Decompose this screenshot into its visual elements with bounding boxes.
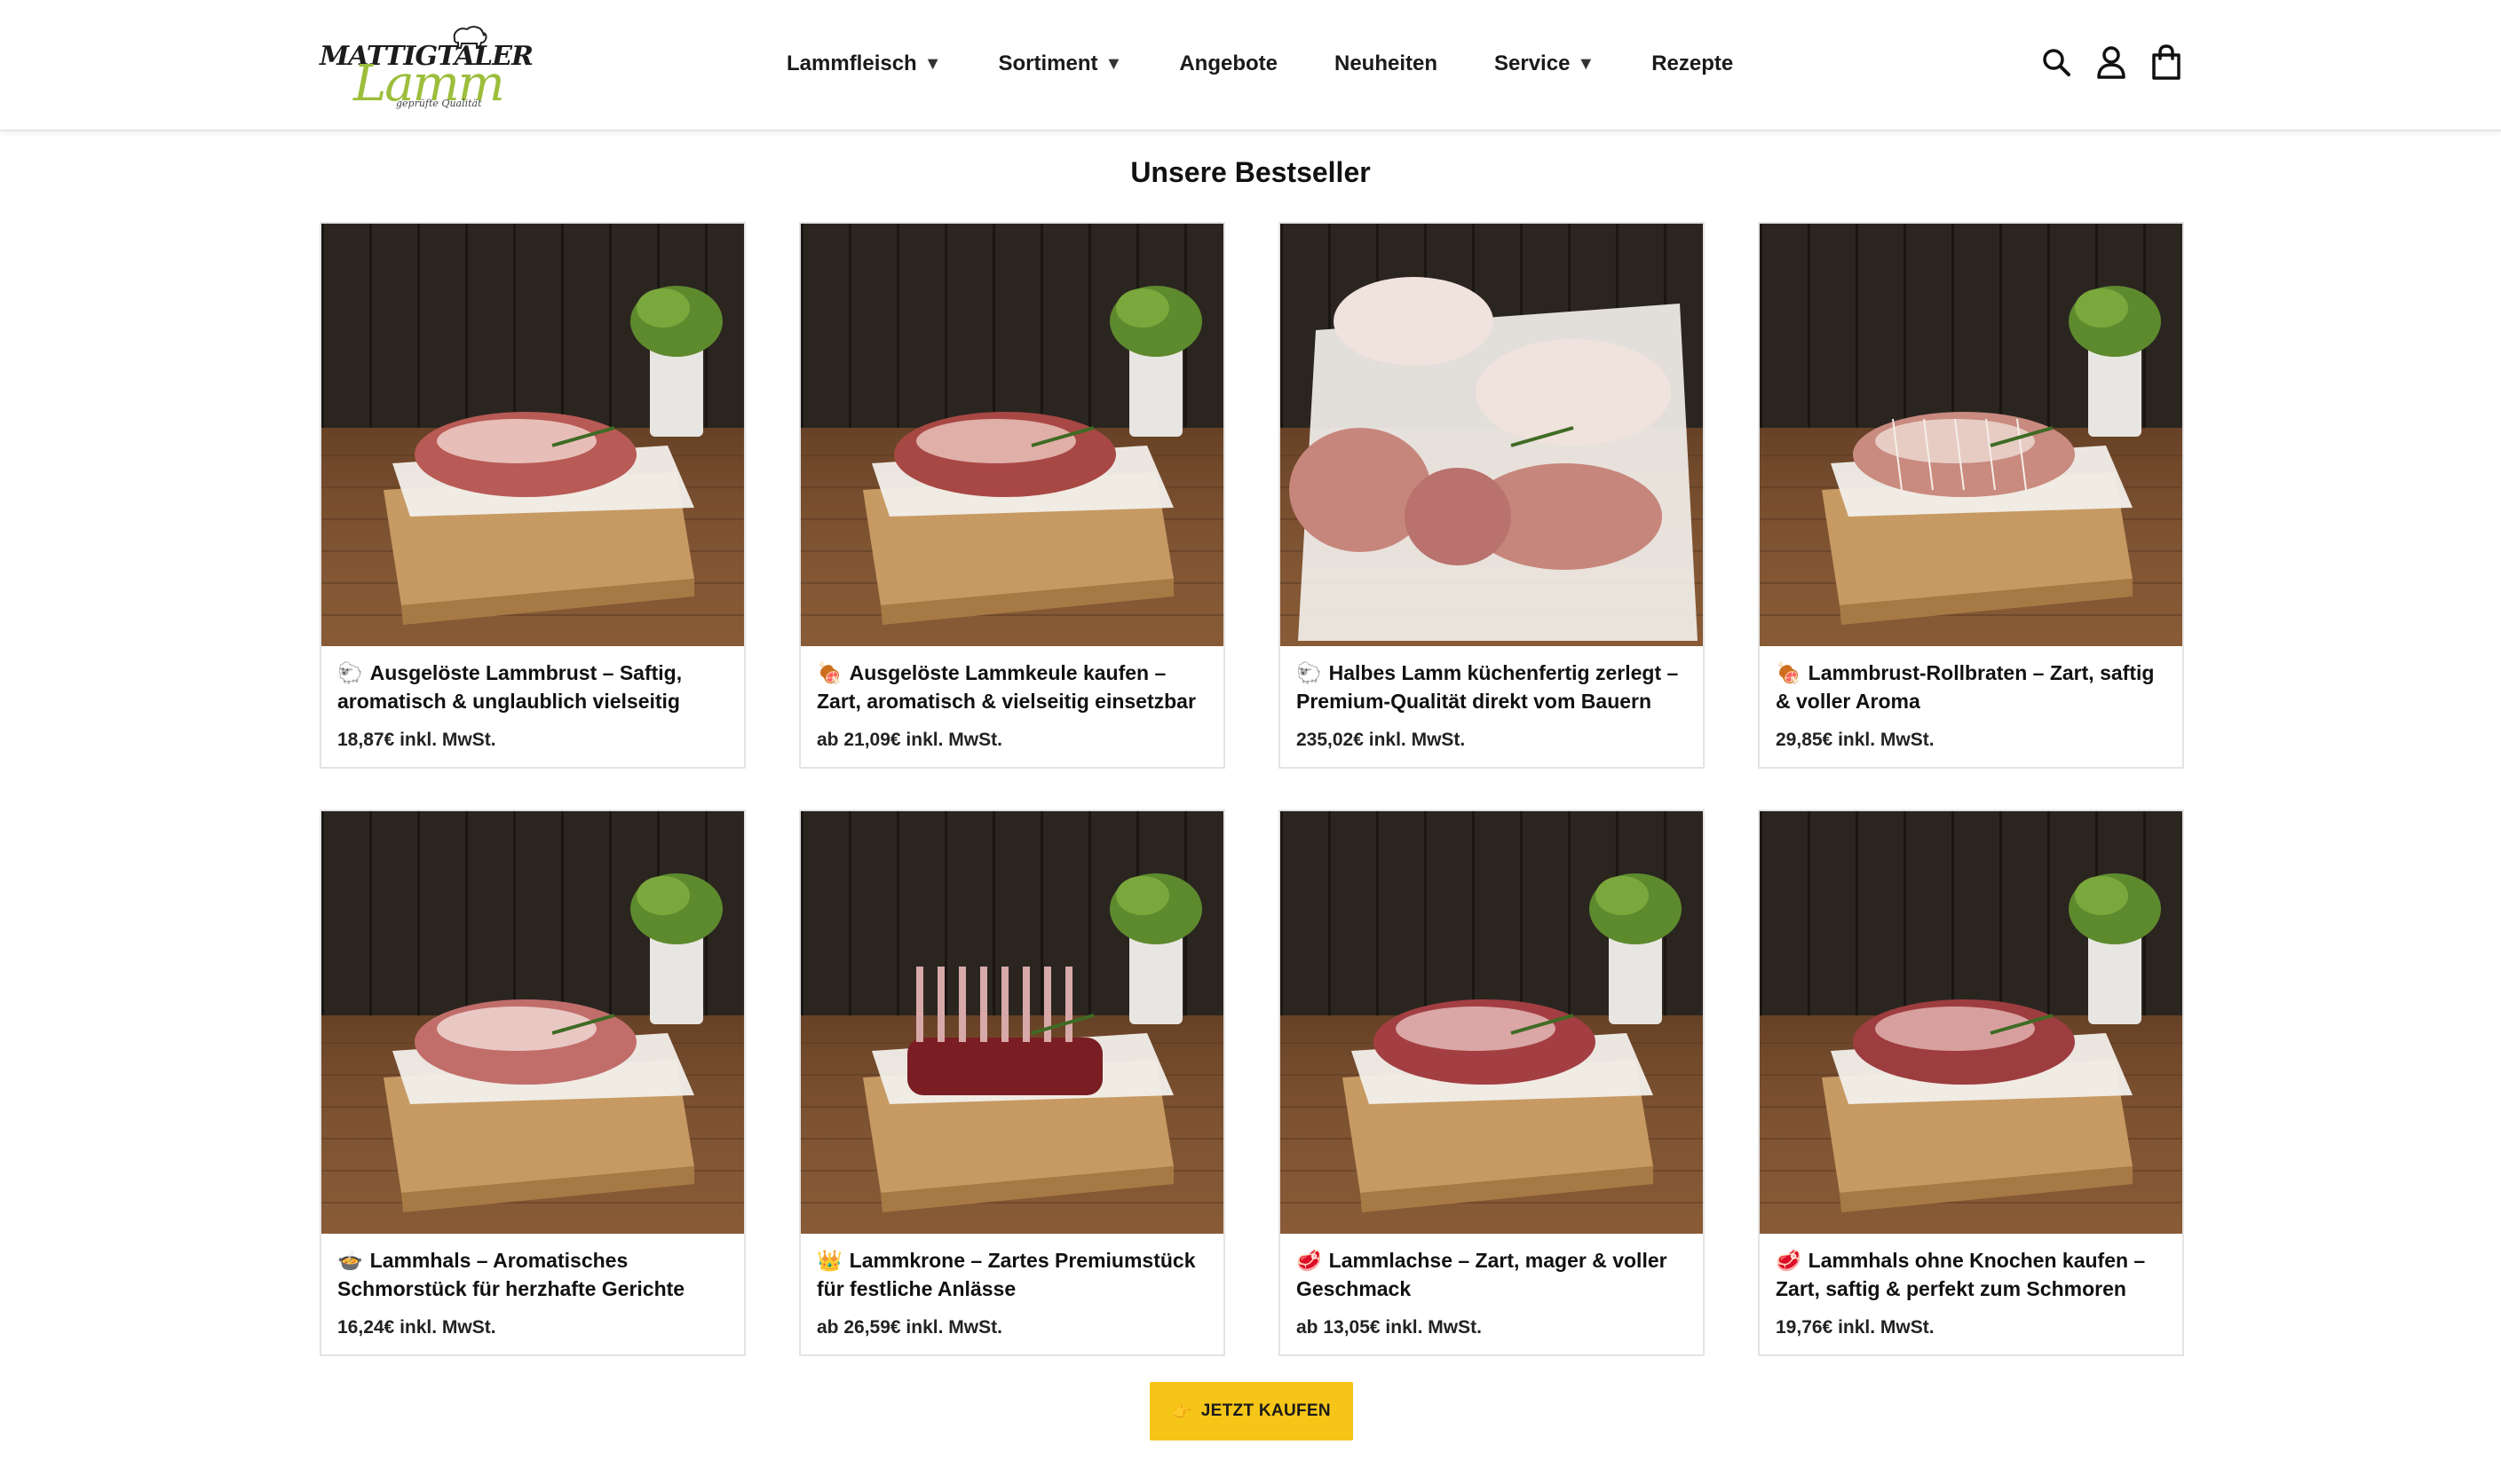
product-emoji-icon: 👑 — [817, 1249, 843, 1272]
product-title[interactable]: 👑 Lammkrone – Zartes Premiumstück für fes… — [817, 1246, 1213, 1303]
nav-item-label: Angebote — [1179, 51, 1278, 75]
product-title-text: Halbes Lamm küchenfertig zerlegt – Premi… — [1296, 661, 1679, 713]
product-title-text: Ausgelöste Lammbrust – Saftig, aromatisc… — [337, 661, 683, 713]
product-title-text: Lammkrone – Zartes Premiumstück für fest… — [817, 1249, 1196, 1300]
header-actions — [2038, 43, 2184, 82]
product-price: ab 21,09€ inkl. MwSt. — [817, 730, 1002, 750]
nav-item-label: Rezepte — [1651, 51, 1734, 75]
search-icon[interactable] — [2038, 43, 2074, 82]
product-title-text: Lammhals – Aromatisches Schmorstück für … — [337, 1249, 685, 1300]
product-title[interactable]: 🍲 Lammhals – Aromatisches Schmorstück für… — [337, 1246, 733, 1303]
product-image[interactable] — [801, 224, 1223, 646]
product-emoji-icon: 🐑 — [337, 661, 363, 684]
product-emoji-icon: 🍲 — [337, 1249, 363, 1272]
product-title[interactable]: 🐑 Halbes Lamm küchenfertig zerlegt – Prem… — [1296, 659, 1692, 715]
buy-now-button[interactable]: 👉 JETZT KAUFEN — [1150, 1382, 1353, 1441]
product-price: 16,24€ inkl. MwSt. — [337, 1317, 496, 1338]
product-price: 235,02€ inkl. MwSt. — [1296, 730, 1466, 750]
product-card[interactable]: 🐑 Ausgelöste Lammbrust – Saftig, aromatis… — [320, 222, 746, 769]
caret-down-icon: ▼ — [923, 53, 942, 74]
product-emoji-icon: 🐑 — [1296, 661, 1322, 684]
product-image[interactable] — [1760, 224, 2182, 646]
site-header: MATTIGTALER Lamm geprüfte Qualität Lammf… — [0, 0, 2501, 131]
cart-icon[interactable] — [2149, 43, 2184, 82]
nav-item-rezepte[interactable]: Rezepte — [1651, 51, 1733, 76]
nav-item-label: Lammfleisch — [787, 51, 917, 75]
product-title-text: Lammlachse – Zart, mager & voller Geschm… — [1296, 1249, 1667, 1300]
product-price: ab 13,05€ inkl. MwSt. — [1296, 1317, 1482, 1338]
product-title-text: Lammbrust-Rollbraten – Zart, saftig & vo… — [1776, 661, 2155, 713]
account-icon[interactable] — [2093, 43, 2129, 82]
product-title[interactable]: 🐑 Ausgelöste Lammbrust – Saftig, aromatis… — [337, 659, 733, 715]
product-emoji-icon: 🥩 — [1296, 1249, 1322, 1272]
section-title: Unsere Bestseller — [1130, 156, 1371, 188]
nav-item-sortiment[interactable]: Sortiment ▼ — [999, 51, 1123, 76]
product-emoji-icon: 🍖 — [817, 661, 843, 684]
product-card[interactable]: 🍖 Ausgelöste Lammkeule kaufen – Zart, aro… — [799, 222, 1225, 769]
nav-item-service[interactable]: Service ▼ — [1494, 51, 1595, 76]
nav-item-label: Sortiment — [998, 51, 1098, 75]
product-card[interactable]: 🍖 Lammbrust-Rollbraten – Zart, saftig & v… — [1758, 222, 2184, 769]
product-image[interactable] — [801, 811, 1223, 1234]
product-card[interactable]: 🐑 Halbes Lamm küchenfertig zerlegt – Prem… — [1278, 222, 1705, 769]
caret-down-icon: ▼ — [1577, 53, 1595, 74]
product-price: 19,76€ inkl. MwSt. — [1776, 1317, 1935, 1338]
nav-item-neuheiten[interactable]: Neuheiten — [1334, 51, 1437, 76]
product-title-text: Lammhals ohne Knochen kaufen – Zart, saf… — [1776, 1249, 2146, 1300]
product-title[interactable]: 🥩 Lammlachse – Zart, mager & voller Gesch… — [1296, 1246, 1692, 1303]
product-title[interactable]: 🍖 Ausgelöste Lammkeule kaufen – Zart, aro… — [817, 659, 1213, 715]
product-card[interactable]: 🥩 Lammhals ohne Knochen kaufen – Zart, sa… — [1758, 809, 2184, 1356]
buy-now-label: JETZT KAUFEN — [1200, 1401, 1331, 1420]
product-image[interactable] — [1280, 811, 1703, 1234]
product-image[interactable] — [321, 811, 744, 1234]
product-emoji-icon: 🍖 — [1776, 661, 1801, 684]
nav-item-label: Service — [1494, 51, 1571, 75]
product-image[interactable] — [1280, 224, 1703, 646]
product-card[interactable]: 🍲 Lammhals – Aromatisches Schmorstück für… — [320, 809, 746, 1356]
product-price: 18,87€ inkl. MwSt. — [337, 730, 496, 750]
product-card[interactable]: 👑 Lammkrone – Zartes Premiumstück für fes… — [799, 809, 1225, 1356]
logo-sub-text: geprüfte Qualität — [396, 98, 482, 109]
nav-item-label: Neuheiten — [1334, 51, 1438, 75]
product-price: 29,85€ inkl. MwSt. — [1776, 730, 1935, 750]
nav-item-lammfleisch[interactable]: Lammfleisch ▼ — [787, 51, 942, 76]
product-card[interactable]: 🥩 Lammlachse – Zart, mager & voller Gesch… — [1278, 809, 1705, 1356]
main-nav: Lammfleisch ▼ Sortiment ▼ Angebote Neuhe… — [787, 46, 1733, 82]
site-logo[interactable]: MATTIGTALER Lamm geprüfte Qualität — [318, 16, 534, 113]
product-image[interactable] — [321, 224, 744, 646]
product-title-text: Ausgelöste Lammkeule kaufen – Zart, arom… — [817, 661, 1196, 713]
product-image[interactable] — [1760, 811, 2182, 1234]
product-emoji-icon: 🥩 — [1776, 1249, 1801, 1272]
caret-down-icon: ▼ — [1104, 53, 1123, 74]
product-title[interactable]: 🍖 Lammbrust-Rollbraten – Zart, saftig & v… — [1776, 659, 2172, 715]
product-price: ab 26,59€ inkl. MwSt. — [817, 1317, 1002, 1338]
product-title[interactable]: 🥩 Lammhals ohne Knochen kaufen – Zart, sa… — [1776, 1246, 2172, 1303]
nav-item-angebote[interactable]: Angebote — [1179, 51, 1278, 76]
pointing-hand-icon: 👉 — [1172, 1401, 1192, 1420]
